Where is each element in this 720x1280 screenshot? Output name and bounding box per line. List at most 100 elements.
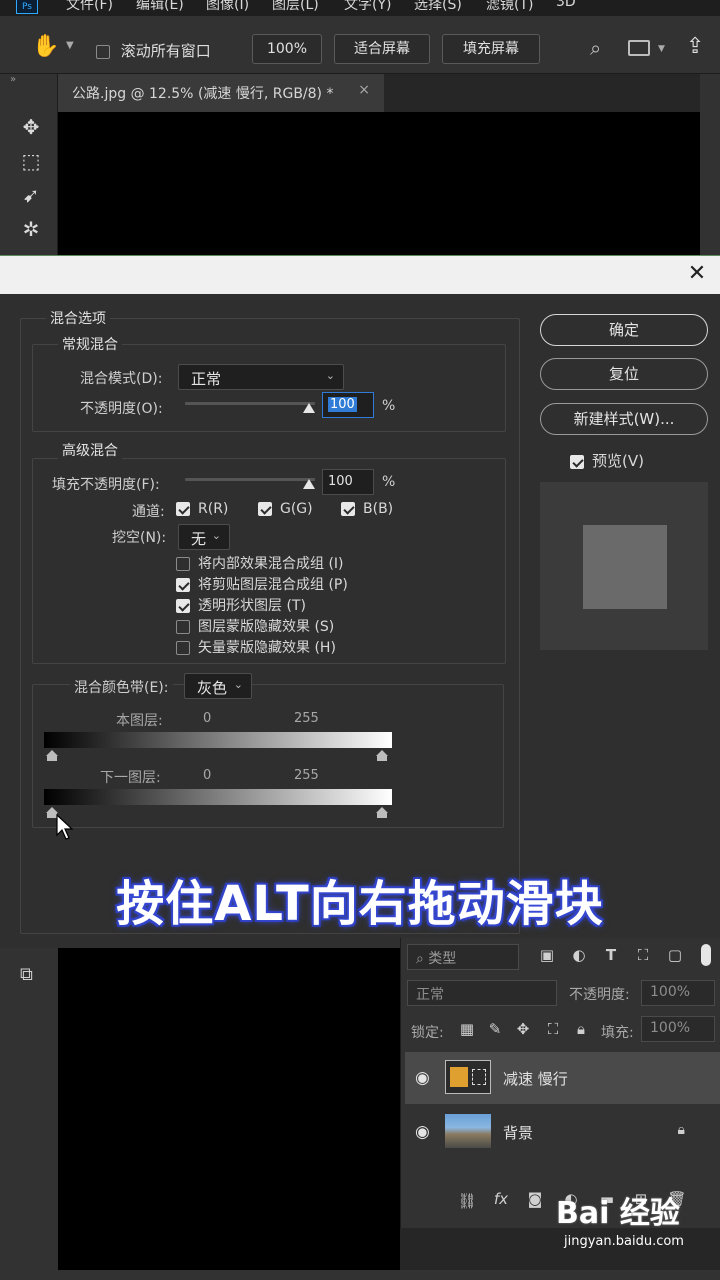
transparency-shapes-layer-checkbox[interactable] [176, 599, 190, 613]
layer-name[interactable]: 减速 慢行 [503, 1068, 568, 1089]
lasso-tool-icon[interactable]: ➹ [18, 182, 44, 208]
scroll-all-windows-option[interactable]: 滚动所有窗口 [96, 40, 211, 61]
scroll-all-windows-checkbox[interactable] [96, 44, 110, 59]
blend-options-title: 混合选项 [46, 308, 110, 328]
opacity-input[interactable]: 100 [322, 392, 374, 418]
transparency-shapes-layer-option[interactable]: 透明形状图层 (T) [176, 595, 306, 615]
menu-layer[interactable]: 图层(L) [272, 0, 319, 14]
layer-filter-select[interactable]: ⌕ 类型 [407, 944, 519, 970]
channel-b-option[interactable]: B(B) [341, 501, 393, 517]
vector-mask-hides-effects-checkbox[interactable] [176, 641, 190, 655]
move-tool-icon[interactable]: ✥ [18, 114, 44, 140]
blend-if-select[interactable]: 灰色 ⌄ [184, 673, 252, 699]
layer-name[interactable]: 背景 [503, 1122, 533, 1143]
style-preview [540, 482, 708, 650]
screen-mode-icon[interactable]: ⧉ [20, 964, 33, 985]
fill-opacity-slider[interactable] [185, 478, 315, 481]
layer-row[interactable]: ◉ 减速 慢行 [405, 1052, 720, 1104]
visibility-eye-icon[interactable]: ◉ [415, 1122, 430, 1142]
menu-file[interactable]: 文件(F) [66, 0, 113, 14]
layer-mask-hides-effects-checkbox[interactable] [176, 620, 190, 634]
blend-interior-effects-option[interactable]: 将内部效果混合成组 (I) [176, 553, 344, 573]
layer-blend-mode-select[interactable]: 正常 [407, 980, 557, 1006]
fit-screen-button[interactable]: 适合屏幕 [334, 34, 430, 64]
lock-artboard-icon[interactable]: ⛶ [543, 1020, 563, 1038]
layer-fill-input[interactable]: 100% [641, 1016, 715, 1042]
fx-icon[interactable]: fx [491, 1190, 511, 1208]
underlying-white-thumb[interactable] [376, 807, 388, 818]
close-document-icon[interactable]: × [358, 82, 370, 98]
knockout-select[interactable]: 无 ⌄ [178, 524, 230, 550]
blend-clipped-layers-checkbox[interactable] [176, 578, 190, 592]
link-layers-icon[interactable]: ⛓ [457, 1192, 477, 1210]
channel-g-option[interactable]: G(G) [258, 501, 313, 517]
channel-r-checkbox[interactable] [176, 502, 190, 516]
tool-preset-chevron-icon[interactable]: ▼ [66, 40, 74, 51]
marquee-tool-icon[interactable]: ⬚ [18, 148, 44, 174]
opacity-slider-thumb[interactable] [303, 403, 315, 413]
dialog-title-bar[interactable]: ✕ [0, 256, 720, 294]
lock-image-pixels-icon[interactable]: ✎ [485, 1020, 505, 1038]
blend-mode-select[interactable]: 正常 ⌄ [178, 364, 344, 390]
zoom-100-button[interactable]: 100% [252, 34, 322, 64]
document-tab[interactable]: 公路.jpg @ 12.5% (减速 慢行, RGB/8) * × [58, 74, 384, 112]
share-icon[interactable]: ⇪ [686, 34, 704, 59]
fill-opacity-slider-thumb[interactable] [303, 479, 315, 489]
knockout-label: 挖空(N): [112, 530, 167, 546]
workspace-icon[interactable] [628, 40, 650, 56]
preview-option[interactable]: 预览(V) [570, 450, 644, 471]
add-mask-icon[interactable]: ◙ [525, 1190, 545, 1208]
menu-edit[interactable]: 编辑(E) [136, 0, 184, 14]
hand-tool-icon[interactable]: ✋ [32, 34, 59, 59]
channel-g-checkbox[interactable] [258, 502, 272, 516]
document-canvas[interactable] [58, 112, 700, 260]
layer-blend-mode-value: 正常 [416, 987, 444, 1003]
fill-screen-button[interactable]: 填充屏幕 [442, 34, 540, 64]
chevron-down-icon: ⌄ [211, 529, 221, 542]
preview-checkbox[interactable] [570, 454, 584, 469]
layer-row[interactable]: ◉ 背景 🔒︎ [405, 1106, 720, 1158]
ok-button[interactable]: 确定 [540, 314, 708, 346]
layer-filter-value: 类型 [428, 951, 457, 967]
blend-if-label: 混合颜色带(E): [70, 677, 173, 697]
filter-smart-objects-icon[interactable]: ▢ [665, 946, 685, 964]
filter-pixel-layers-icon[interactable]: ▣ [537, 946, 557, 964]
magic-wand-tool-icon[interactable]: ✲ [18, 216, 44, 242]
search-icon: ⌕ [416, 951, 424, 967]
collapse-panel-icon[interactable]: » [10, 74, 16, 85]
blend-clipped-layers-option[interactable]: 将剪贴图层混合成组 (P) [176, 574, 348, 594]
channel-b-checkbox[interactable] [341, 502, 355, 516]
vector-mask-hides-effects-option[interactable]: 矢量蒙版隐藏效果 (H) [176, 637, 336, 657]
filter-type-layers-icon[interactable]: T [601, 946, 621, 964]
menu-filter[interactable]: 滤镜(T) [486, 0, 533, 14]
visibility-eye-icon[interactable]: ◉ [415, 1068, 430, 1088]
filter-shape-layers-icon[interactable]: ⛶ [633, 946, 653, 964]
layer-opacity-input[interactable]: 100% [641, 980, 715, 1006]
document-canvas-lower[interactable] [58, 948, 400, 1270]
lock-transparent-pixels-icon[interactable]: ▦ [457, 1020, 477, 1038]
fill-opacity-input[interactable]: 100 [322, 469, 374, 495]
blend-interior-effects-checkbox[interactable] [176, 557, 190, 571]
reset-button[interactable]: 复位 [540, 358, 708, 390]
new-style-button[interactable]: 新建样式(W)... [540, 403, 708, 435]
workspace-chevron-icon[interactable]: ▼ [658, 44, 665, 54]
lock-position-icon[interactable]: ✥ [513, 1020, 533, 1038]
search-icon[interactable]: ⌕ [590, 36, 601, 60]
filter-toggle-icon[interactable] [701, 944, 711, 966]
dialog-close-icon[interactable]: ✕ [684, 261, 710, 287]
menu-type[interactable]: 文字(Y) [344, 0, 391, 14]
filter-adjustment-layers-icon[interactable]: ◐ [569, 946, 589, 964]
layer-mask-hides-effects-option[interactable]: 图层蒙版隐藏效果 (S) [176, 616, 334, 636]
this-layer-white-thumb[interactable] [376, 750, 388, 761]
opacity-slider[interactable] [185, 402, 315, 405]
menu-3d[interactable]: 3D [556, 0, 576, 10]
channel-g-label: G(G) [280, 501, 313, 517]
thumbnail-sign-graphic [450, 1067, 468, 1087]
this-layer-black-thumb[interactable] [46, 750, 58, 761]
menu-select[interactable]: 选择(S) [414, 0, 462, 14]
blend-if-value: 灰色 [197, 679, 228, 697]
channel-r-option[interactable]: R(R) [176, 501, 228, 517]
menu-image[interactable]: 图像(I) [206, 0, 249, 14]
fill-opacity-value: 100 [328, 474, 353, 489]
lock-all-icon[interactable]: 🔒︎ [571, 1020, 591, 1038]
